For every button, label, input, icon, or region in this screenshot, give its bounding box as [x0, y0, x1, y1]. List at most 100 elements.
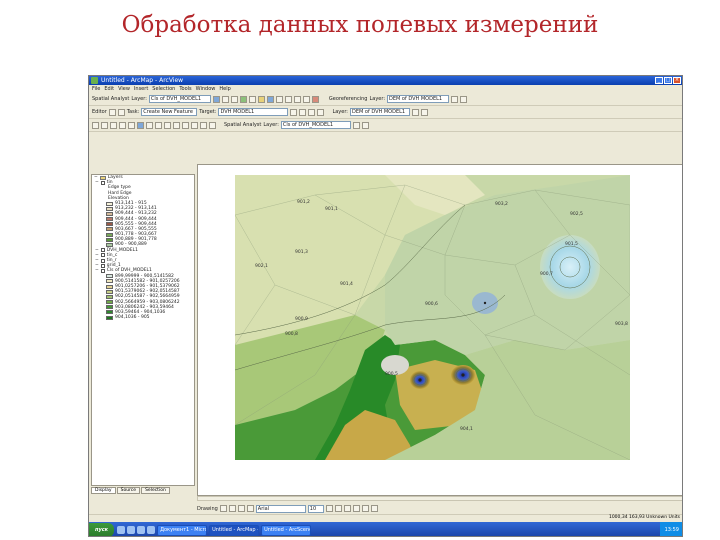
sketch-tool-icon[interactable] [117, 108, 125, 116]
georeferencing-menu[interactable]: Georeferencing [329, 96, 368, 102]
paste-icon[interactable] [302, 95, 310, 103]
histogram-icon[interactable] [212, 95, 220, 103]
layer-visibility-checkbox[interactable] [100, 263, 105, 268]
window-title: Untitled - ArcMap - ArcView [101, 77, 184, 84]
full-extent-icon[interactable] [137, 121, 144, 129]
sketch-properties-icon[interactable] [317, 108, 325, 116]
select-elements-draw-icon[interactable] [219, 505, 227, 512]
bold-icon[interactable] [325, 505, 333, 512]
hyperlink-icon[interactable] [209, 121, 216, 129]
taskbar-arcmap-button[interactable]: Untitled - ArcMap - ArcView [209, 524, 260, 536]
editor-task-select[interactable]: Create New Feature [141, 108, 198, 116]
legend-swatch [106, 279, 113, 284]
tab-selection[interactable]: Selection [141, 487, 170, 494]
zoom-in-icon[interactable] [451, 95, 459, 103]
start-button[interactable]: пуск [89, 523, 115, 536]
italic-icon[interactable] [334, 505, 342, 512]
menu-window[interactable]: Window [196, 85, 216, 93]
fixed-zoom-in-icon[interactable] [110, 121, 117, 129]
menu-insert[interactable]: Insert [134, 85, 148, 93]
zoom-out-tool-icon[interactable] [101, 121, 108, 129]
menu-selection[interactable]: Selection [152, 85, 175, 93]
zoom-out-icon[interactable] [460, 95, 468, 103]
back-extent-icon[interactable] [146, 121, 153, 129]
tin-tool-icon[interactable] [412, 108, 419, 116]
layer-visibility-checkbox[interactable] [100, 258, 105, 263]
quicklaunch-desktop-icon[interactable] [127, 526, 136, 534]
maximize-icon[interactable]: □ [664, 77, 672, 84]
quicklaunch-ie-icon[interactable] [117, 526, 126, 534]
contour-icon[interactable] [221, 95, 229, 103]
quicklaunch-media-icon[interactable] [137, 526, 146, 534]
split-tool-icon[interactable] [290, 108, 298, 116]
line-color-icon[interactable] [370, 505, 378, 512]
menu-help[interactable]: Help [219, 85, 230, 93]
rotate-draw-icon[interactable] [228, 505, 236, 512]
profile-icon[interactable] [421, 108, 428, 116]
find-icon[interactable] [191, 121, 198, 129]
layer-select-2[interactable]: DEM of DVH MODEL1 [350, 108, 410, 116]
rectangle-draw-icon[interactable] [237, 505, 245, 512]
menu-tools[interactable]: Tools [179, 85, 191, 93]
layer-visibility-checkbox[interactable] [100, 180, 105, 185]
spatial-analyst-menu[interactable]: Spatial Analyst [92, 96, 129, 102]
tin-analyst-menu[interactable]: Spatial Analyst [224, 122, 261, 128]
delete-icon[interactable] [311, 95, 319, 103]
menu-file[interactable]: File [92, 85, 100, 93]
taskbar-word-button[interactable]: Документ1 - Microsoft Word [157, 524, 208, 536]
attributes-icon[interactable] [308, 108, 316, 116]
pan-icon[interactable] [128, 121, 135, 129]
close-icon[interactable]: × [673, 77, 681, 84]
quicklaunch-explorer-icon[interactable] [147, 526, 156, 534]
editor-menu[interactable]: Editor [92, 109, 107, 115]
tab-display[interactable]: Display [91, 487, 116, 494]
new-file-icon[interactable] [248, 95, 256, 103]
layer-visibility-checkbox[interactable] [100, 268, 105, 273]
layer-visibility-checkbox[interactable] [100, 253, 105, 258]
edit-tool-icon[interactable] [108, 108, 116, 116]
tab-source[interactable]: Source [116, 487, 141, 494]
map-horizontal-scrollbar[interactable] [197, 496, 682, 501]
copy-icon[interactable] [293, 95, 301, 103]
text-draw-icon[interactable] [246, 505, 254, 512]
menu-view[interactable]: View [118, 85, 130, 93]
georef-layer-select[interactable]: DEM of DVH MODEL1 [387, 95, 450, 103]
fixed-zoom-out-icon[interactable] [119, 121, 126, 129]
layer-visibility-checkbox[interactable] [100, 248, 105, 253]
font-color-icon[interactable] [352, 505, 360, 512]
print-icon[interactable] [275, 95, 283, 103]
window-titlebar[interactable]: Untitled - ArcMap - ArcView _ □ × [89, 76, 682, 85]
open-folder-icon[interactable] [257, 95, 265, 103]
rotate-tool-icon[interactable] [299, 108, 307, 116]
toc-row-label: 904,1036 - 905 [115, 315, 150, 321]
editor-target-select[interactable]: DVH MODEL1 [218, 108, 289, 116]
tin-contour-icon[interactable] [361, 121, 369, 129]
drawing-menu[interactable]: Drawing [197, 506, 218, 512]
tin-layer-select[interactable]: Cls of DVH_MODEL1 [280, 121, 351, 129]
underline-icon[interactable] [343, 505, 351, 512]
font-select[interactable]: Arial [255, 504, 306, 513]
spatial-layer-select[interactable]: Cls of DVH_MODEL1 [148, 95, 211, 103]
select-features-icon[interactable] [164, 121, 171, 129]
spatial-layer-label: Layer: [131, 96, 147, 102]
font-size-select[interactable]: 10 [307, 504, 324, 513]
viewshed-icon[interactable] [239, 95, 247, 103]
tin-histogram-icon[interactable] [352, 121, 360, 129]
save-icon[interactable] [266, 95, 274, 103]
expand-toggle-icon[interactable]: − [95, 268, 99, 273]
menu-edit[interactable]: Edit [104, 85, 114, 93]
minimize-icon[interactable]: _ [655, 77, 663, 84]
elevation-label: 901,4 [340, 281, 353, 287]
expand-toggle-icon[interactable]: − [95, 180, 99, 185]
cut-icon[interactable] [284, 95, 292, 103]
fill-color-icon[interactable] [361, 505, 369, 512]
hillshade-icon[interactable] [230, 95, 238, 103]
select-elements-icon[interactable] [173, 121, 180, 129]
measure-icon[interactable] [200, 121, 207, 129]
taskbar-arcscene-button[interactable]: Untitled - ArcScene - ArcView [261, 524, 312, 536]
map-view[interactable]: 901,2 901,1 901,3 902,1 900,9 900,8 901,4 903,2… [197, 164, 682, 496]
forward-extent-icon[interactable] [155, 121, 162, 129]
identify-icon[interactable] [182, 121, 189, 129]
terrain-map[interactable]: 901,2 901,1 901,3 902,1 900,9 900,8 901,4 903,2… [235, 175, 630, 460]
zoom-in-tool-icon[interactable] [92, 121, 99, 129]
